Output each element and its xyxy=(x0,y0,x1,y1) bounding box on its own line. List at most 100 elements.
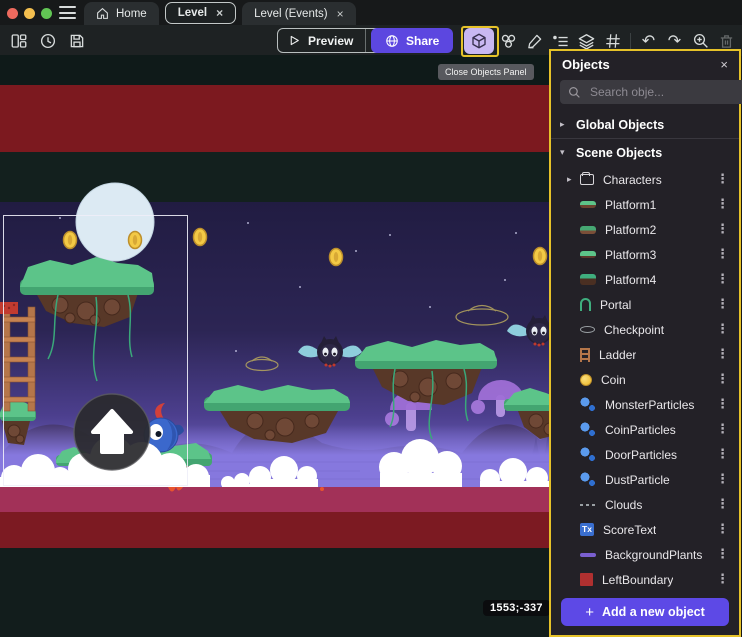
panels-layout-icon xyxy=(10,32,28,50)
object-menu-button[interactable]: ⋮ xyxy=(716,197,739,212)
object-list-item[interactable]: Checkpoint⋮ xyxy=(551,317,739,342)
object-menu-button[interactable]: ⋮ xyxy=(716,172,739,187)
object-menu-button[interactable]: ⋮ xyxy=(716,272,739,287)
object-name: ScoreText xyxy=(603,523,656,537)
object-name: MonsterParticles xyxy=(605,398,694,412)
expand-arrow-icon: ▸ xyxy=(560,120,568,130)
particles-icon xyxy=(580,472,596,487)
dashes-icon xyxy=(580,504,596,506)
object-name: Clouds xyxy=(605,498,642,512)
globe-icon xyxy=(385,34,399,48)
object-name: Platform2 xyxy=(605,223,656,237)
object-search-box[interactable] xyxy=(560,80,742,104)
object-list-item[interactable]: LeftBoundary⋮ xyxy=(551,567,739,590)
object-list-item[interactable]: Ladder ⋮ xyxy=(551,342,739,367)
boundary-icon xyxy=(580,573,593,586)
close-tab-icon[interactable]: × xyxy=(216,6,223,20)
object-menu-button[interactable]: ⋮ xyxy=(716,247,739,262)
object-menu-button[interactable]: ⋮ xyxy=(716,397,739,412)
undo-icon: ↶ xyxy=(642,33,655,49)
particles-icon xyxy=(580,422,596,437)
object-menu-button[interactable]: ⋮ xyxy=(716,347,739,362)
object-name: Platform3 xyxy=(605,248,656,262)
object-menu-button[interactable]: ⋮ xyxy=(716,522,739,537)
tab-strip: Home Level × Level (Events) × xyxy=(84,2,356,25)
object-groups-icon xyxy=(499,32,518,51)
platform2-icon xyxy=(580,226,596,234)
search-input[interactable] xyxy=(588,84,742,100)
maximize-window-button[interactable] xyxy=(41,8,52,19)
object-menu-button[interactable]: ⋮ xyxy=(716,447,739,462)
history-button[interactable] xyxy=(35,28,60,53)
ground-band[interactable] xyxy=(0,487,556,512)
object-name: Coin xyxy=(601,373,626,387)
objects-panel-toggle-button[interactable] xyxy=(464,28,494,54)
close-panel-icon[interactable]: × xyxy=(720,57,728,72)
plants-icon xyxy=(580,553,596,557)
cursor-coordinates-badge: 1553;-337 xyxy=(483,600,550,616)
play-icon xyxy=(288,34,301,47)
global-objects-section[interactable]: ▸ Global Objects xyxy=(551,112,739,137)
object-menu-button[interactable]: ⋮ xyxy=(716,222,739,237)
object-list-item[interactable]: Platform4⋮ xyxy=(551,267,739,292)
collapse-arrow-icon: ▾ xyxy=(560,148,568,158)
object-list-item[interactable]: Portal⋮ xyxy=(551,292,739,317)
object-menu-button[interactable]: ⋮ xyxy=(716,572,739,587)
object-list-item[interactable]: Platform1⋮ xyxy=(551,192,739,217)
object-list-item[interactable]: CoinParticles ⋮ xyxy=(551,417,739,442)
close-window-button[interactable] xyxy=(7,8,18,19)
window-controls xyxy=(7,8,52,19)
object-menu-button[interactable]: ⋮ xyxy=(716,472,739,487)
main-menu-icon[interactable] xyxy=(59,6,76,19)
scene-objects-list: ▸Characters⋮Platform1⋮Platform2⋮Platform… xyxy=(551,167,739,590)
moon[interactable] xyxy=(76,183,154,261)
object-list-item[interactable]: TxScoreText⋮ xyxy=(551,517,739,542)
object-name: BackgroundPlants xyxy=(605,548,702,562)
redo-icon: ↷ xyxy=(668,33,681,49)
tab-level[interactable]: Level × xyxy=(165,2,236,24)
object-menu-button[interactable]: ⋮ xyxy=(716,322,739,337)
pencil-icon xyxy=(526,32,544,50)
object-menu-button[interactable]: ⋮ xyxy=(716,297,739,312)
object-list-item[interactable]: ▸Characters⋮ xyxy=(551,167,739,192)
object-list-item[interactable]: Coin ⋮ xyxy=(551,367,739,392)
ladder-icon xyxy=(580,348,590,362)
zoom-in-icon xyxy=(692,32,710,50)
tab-home[interactable]: Home xyxy=(84,2,159,25)
expand-arrow-icon[interactable]: ▸ xyxy=(567,175,580,185)
minimize-window-button[interactable] xyxy=(24,8,35,19)
jump-arrow-control[interactable] xyxy=(74,394,150,470)
object-list-item[interactable]: DoorParticles ⋮ xyxy=(551,442,739,467)
object-menu-button[interactable]: ⋮ xyxy=(716,422,739,437)
edit-pencil-button[interactable] xyxy=(523,29,546,54)
add-object-button[interactable]: + Add a new object xyxy=(561,598,729,626)
object-list-item[interactable]: BackgroundPlants ⋮ xyxy=(551,542,739,567)
tab-label: Home xyxy=(116,8,147,20)
history-clock-icon xyxy=(39,32,57,50)
panels-layout-button[interactable] xyxy=(6,28,31,53)
object-list-item[interactable]: Platform3 ⋮ xyxy=(551,242,739,267)
share-button[interactable]: Share xyxy=(371,28,453,53)
object-groups-button[interactable] xyxy=(497,29,520,54)
share-label: Share xyxy=(406,34,439,48)
close-tab-icon[interactable]: × xyxy=(337,7,344,21)
object-list-item[interactable]: Platform2 ⋮ xyxy=(551,217,739,242)
instances-list-icon xyxy=(551,32,570,51)
object-menu-button[interactable]: ⋮ xyxy=(716,497,739,512)
object-name: Ladder xyxy=(599,348,636,362)
scene-editor-canvas[interactable]: 1553;-337 xyxy=(0,55,556,637)
object-name: DoorParticles xyxy=(605,448,677,462)
object-name: CoinParticles xyxy=(605,423,676,437)
object-menu-button[interactable]: ⋮ xyxy=(716,547,739,562)
object-menu-button[interactable]: ⋮ xyxy=(716,372,739,387)
portal-icon xyxy=(580,298,591,311)
object-list-item[interactable]: DustParticle⋮ xyxy=(551,467,739,492)
scene-objects-section[interactable]: ▾ Scene Objects xyxy=(551,140,739,165)
save-button[interactable] xyxy=(64,28,89,53)
object-list-item[interactable]: Clouds ⋮ xyxy=(551,492,739,517)
tab-level-events[interactable]: Level (Events) × xyxy=(242,2,356,25)
tab-bar: Home Level × Level (Events) × xyxy=(0,0,742,25)
object-list-item[interactable]: MonsterParticles ⋮ xyxy=(551,392,739,417)
top-boundary[interactable] xyxy=(0,85,556,152)
platform3-icon xyxy=(580,251,596,258)
